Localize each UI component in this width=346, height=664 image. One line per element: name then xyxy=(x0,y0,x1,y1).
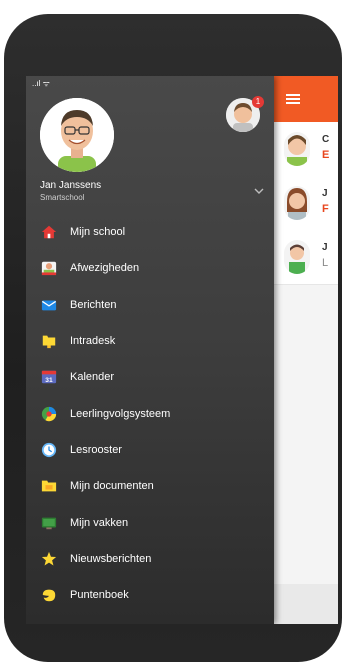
menu-item-label: Mijn vakken xyxy=(70,516,129,529)
bottom-bar xyxy=(272,584,338,624)
message-subtitle: F xyxy=(322,203,329,215)
message-title: C xyxy=(322,134,330,145)
clock-icon xyxy=(40,441,58,459)
profile-avatar[interactable] xyxy=(40,98,114,172)
folder-icon xyxy=(40,332,58,350)
drawer-menu: Mijn school Afwezigheden Berichten Intra… xyxy=(26,214,274,624)
menu-item-partial[interactable] xyxy=(26,613,274,624)
absence-person-icon xyxy=(40,259,58,277)
message-item[interactable]: J L xyxy=(272,230,338,285)
documents-folder-icon xyxy=(40,477,58,495)
menu-item-mijn-vakken[interactable]: Mijn vakken xyxy=(26,504,274,540)
phone-frame: C E J F J L ..ıl ᯤ 1 Jan Janssens Smarts… xyxy=(4,14,342,662)
menu-item-label: Mijn documenten xyxy=(70,480,154,493)
profile-name: Jan Janssens xyxy=(40,180,102,191)
app-screen: C E J F J L ..ıl ᯤ 1 Jan Janssens Smarts… xyxy=(26,76,338,624)
menu-item-intradesk[interactable]: Intradesk xyxy=(26,323,274,359)
calendar-icon: 31 xyxy=(40,368,58,386)
message-subtitle: L xyxy=(322,257,329,269)
menu-item-lesrooster[interactable]: Lesrooster xyxy=(26,432,274,468)
hamburger-menu-icon[interactable] xyxy=(286,94,300,104)
menu-item-leerlingvolgsysteem[interactable]: Leerlingvolgsysteem xyxy=(26,395,274,431)
star-icon xyxy=(40,550,58,568)
partial-icon xyxy=(40,622,58,624)
menu-item-label: Afwezigheden xyxy=(70,262,140,275)
message-title: J xyxy=(322,188,328,199)
menu-item-label: Kalender xyxy=(70,371,115,384)
message-item[interactable]: J F xyxy=(272,176,338,231)
menu-item-label: Nieuwsberichten xyxy=(70,552,152,565)
menu-item-puntenboek[interactable]: Puntenboek xyxy=(26,577,274,613)
notification-badge: 1 xyxy=(252,96,264,108)
envelope-icon xyxy=(40,296,58,314)
message-item[interactable]: C E xyxy=(272,122,338,177)
home-icon xyxy=(40,223,58,241)
menu-item-label: Mijn school xyxy=(70,226,126,239)
chart-circle-icon xyxy=(40,405,58,423)
menu-item-label: Lesrooster xyxy=(70,443,122,456)
chevron-down-icon[interactable] xyxy=(252,186,266,196)
calendar-day: 31 xyxy=(45,377,53,384)
avatar xyxy=(284,132,310,166)
courses-board-icon xyxy=(40,514,58,532)
menu-item-nieuwsberichten[interactable]: Nieuwsberichten xyxy=(26,541,274,577)
avatar xyxy=(284,240,310,274)
message-subtitle: E xyxy=(322,149,330,161)
navigation-drawer: ..ıl ᯤ 1 Jan Janssens Smartschool Mijn s… xyxy=(26,76,274,624)
avatar xyxy=(40,98,114,172)
menu-item-label: Puntenboek xyxy=(70,589,129,602)
menu-item-afwezigheden[interactable]: Afwezigheden xyxy=(26,250,274,286)
status-bar-signal: ..ıl ᯤ xyxy=(32,79,50,88)
menu-item-mijn-school[interactable]: Mijn school xyxy=(26,214,274,250)
menu-item-berichten[interactable]: Berichten xyxy=(26,287,274,323)
menu-item-label: Intradesk xyxy=(70,335,116,348)
gradebook-icon xyxy=(40,586,58,604)
menu-item-label: Berichten xyxy=(70,298,117,311)
menu-item-kalender[interactable]: 31 Kalender xyxy=(26,359,274,395)
profile-school: Smartschool xyxy=(40,193,85,202)
message-title: J xyxy=(322,242,328,253)
menu-item-mijn-documenten[interactable]: Mijn documenten xyxy=(26,468,274,504)
avatar xyxy=(284,186,310,220)
menu-item-label: Leerlingvolgsysteem xyxy=(70,407,171,420)
app-bar xyxy=(272,76,338,122)
